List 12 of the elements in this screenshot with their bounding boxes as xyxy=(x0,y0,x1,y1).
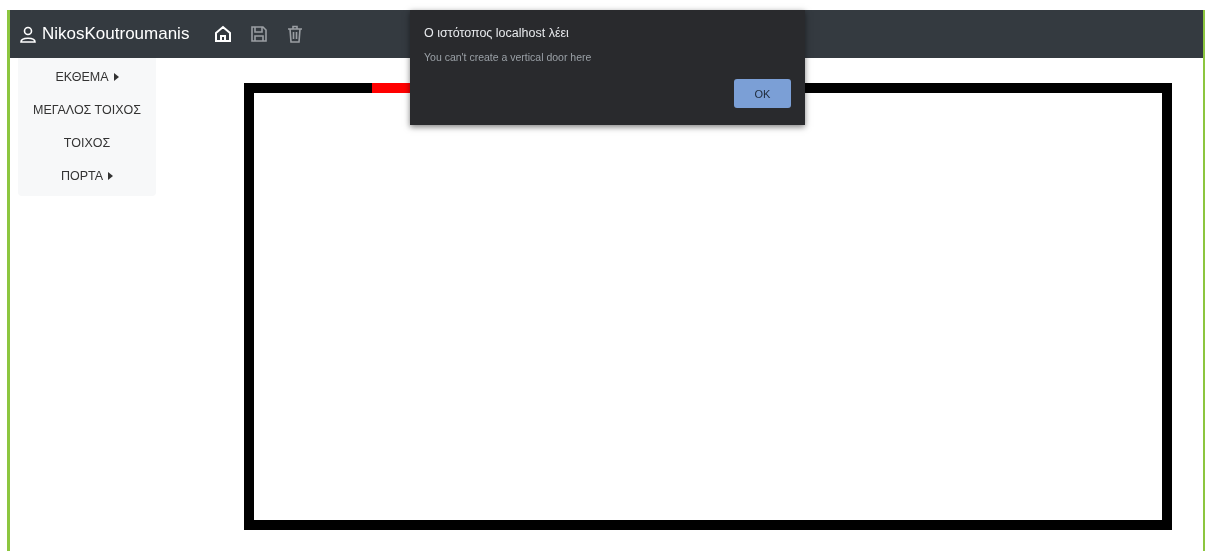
username: NikosKoutroumanis xyxy=(20,24,190,44)
menu-item[interactable]: ΕΚΘΕΜΑ xyxy=(18,60,156,93)
ok-button[interactable]: OK xyxy=(734,79,791,108)
save-icon xyxy=(249,24,270,44)
menu-item[interactable]: ΠΟΡΤΑ xyxy=(18,159,156,192)
home-icon xyxy=(213,24,234,44)
menu-item[interactable]: ΜΕΓΑΛΟΣ ΤΟΙΧΟΣ xyxy=(18,93,156,126)
door xyxy=(372,83,412,93)
menu-item[interactable]: ΤΟΙΧΟΣ xyxy=(18,126,156,159)
dialog-message: You can't create a vertical door here xyxy=(424,51,593,63)
dialog-title: Ο ιστότοπος localhost λέει xyxy=(424,26,570,40)
user-icon xyxy=(20,25,36,43)
